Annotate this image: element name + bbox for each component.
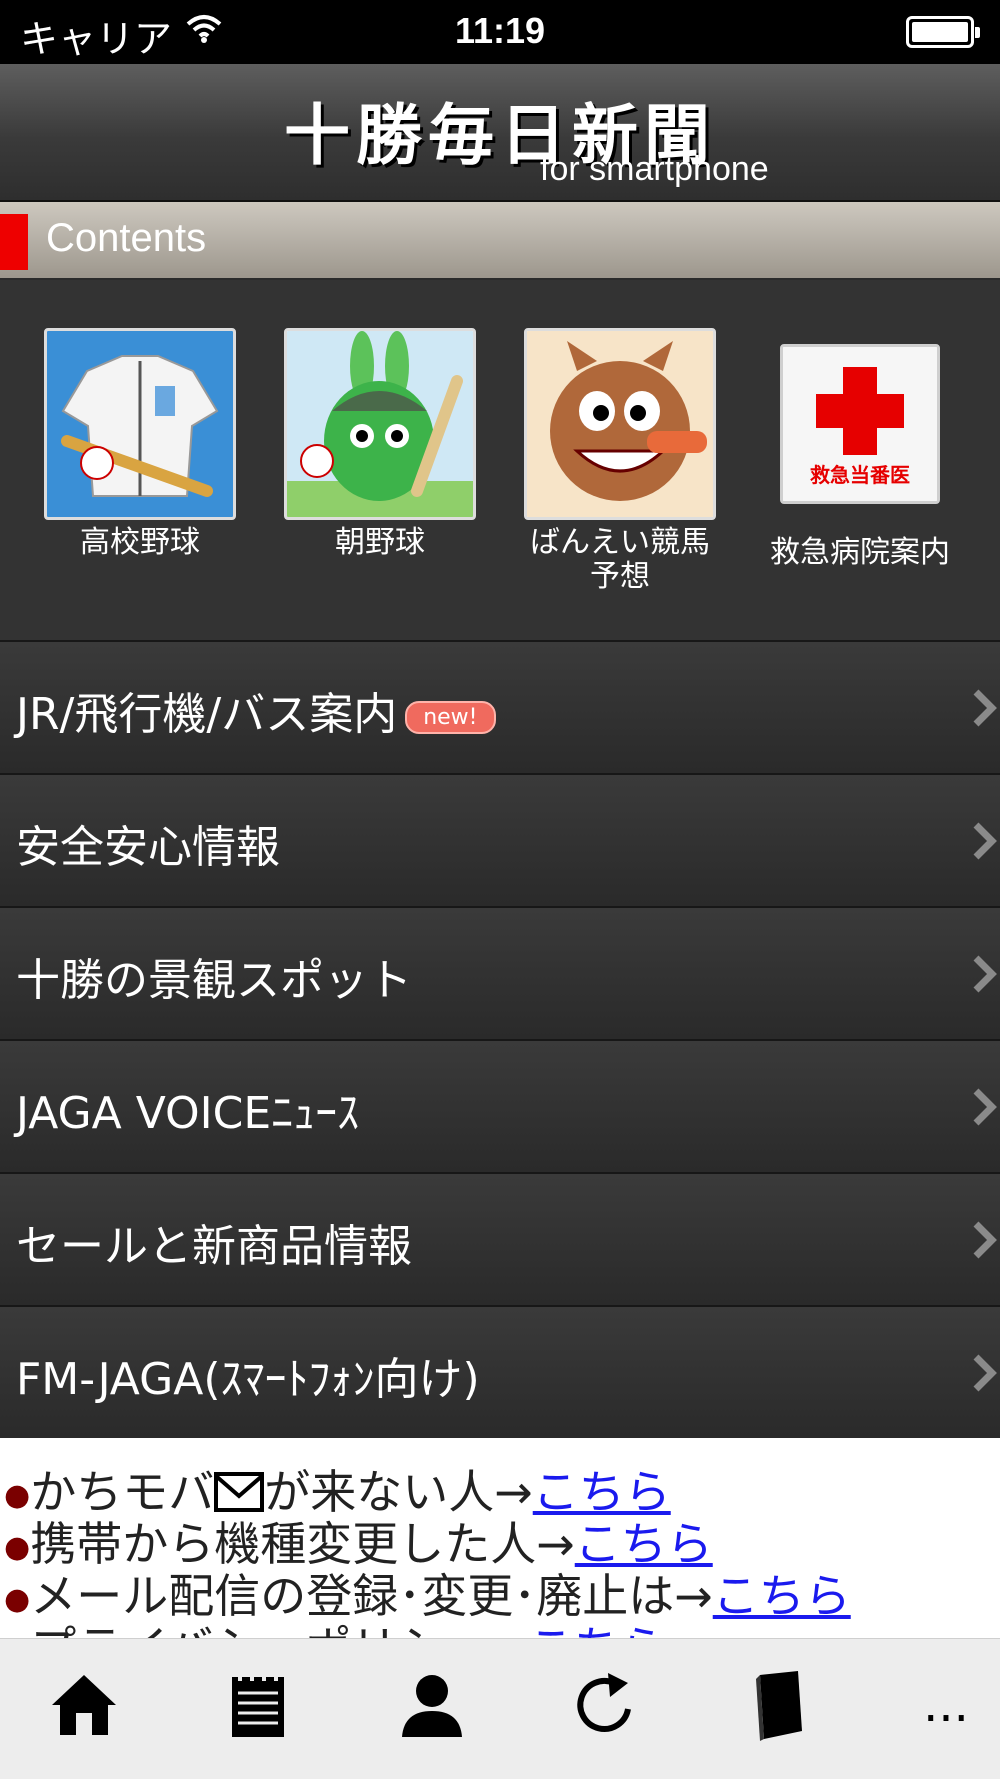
- chevron-right-icon: [973, 822, 997, 860]
- high-school-baseball-icon: [44, 328, 236, 520]
- tile-label: 高校野球: [80, 525, 200, 560]
- chevron-right-icon: [973, 689, 997, 727]
- menu-item-label: 十勝の景観スポット: [16, 955, 412, 1006]
- account-button[interactable]: [392, 1665, 472, 1745]
- menu-item-label: セールと新商品情報: [16, 1221, 412, 1272]
- chevron-right-icon: [973, 1221, 997, 1259]
- book-icon: [756, 1671, 802, 1741]
- notice-area: ●かちモバ が来ない人→こちら ●携帯から機種変更した人→こちら ●メール配信の登…: [0, 1438, 1000, 1638]
- home-icon: [52, 1675, 116, 1735]
- menu-item-label: JAGA VOICEﾆｭｰｽ: [16, 1088, 360, 1139]
- chevron-right-icon: [973, 955, 997, 993]
- new-badge: new!: [405, 700, 496, 734]
- emergency-icon-text: 救急当番医: [810, 463, 910, 487]
- section-header: Contents: [0, 202, 1000, 278]
- morning-baseball-icon: [284, 328, 476, 520]
- tile-morning-baseball[interactable]: 朝野球: [282, 328, 478, 560]
- bottom-toolbar: ...: [0, 1638, 1000, 1779]
- status-bar: キャリア 11:19: [0, 0, 1000, 64]
- notes-button[interactable]: [218, 1665, 298, 1745]
- section-title: Contents: [46, 216, 207, 260]
- notice-item: ●プライバシーポリシー→こちら: [4, 1612, 666, 1638]
- mail-icon: [214, 1472, 265, 1512]
- menu-list: JR/飛行機/バス案内 new! 安全安心情報 十勝の景観スポット JAGA VO…: [0, 640, 1000, 1438]
- tile-label-line2: 予想: [590, 559, 650, 594]
- tile-high-school-baseball[interactable]: 高校野球: [42, 328, 238, 560]
- menu-item-jaga-voice[interactable]: JAGA VOICEﾆｭｰｽ: [0, 1039, 1000, 1172]
- status-time: 11:19: [454, 10, 546, 51]
- menu-item-transport[interactable]: JR/飛行機/バス案内 new!: [0, 640, 1000, 773]
- battery-icon: [906, 16, 980, 48]
- tile-label-line1: ばんえい競馬: [530, 525, 710, 560]
- chevron-right-icon: [973, 1354, 997, 1392]
- tile-label: 救急病院案内: [770, 535, 950, 570]
- bookmarks-button[interactable]: [740, 1665, 820, 1745]
- refresh-icon: [577, 1673, 631, 1732]
- more-button[interactable]: ...: [906, 1665, 986, 1745]
- chevron-right-icon: [973, 1088, 997, 1126]
- section-marker: [0, 214, 28, 270]
- person-icon: [402, 1675, 462, 1737]
- emergency-hospital-icon: 救急当番医: [780, 344, 940, 504]
- tile-label: ばんえい競馬 予想: [522, 526, 718, 594]
- home-button[interactable]: [44, 1665, 124, 1745]
- tile-label: 朝野球: [335, 525, 425, 560]
- menu-item-scenic-spots[interactable]: 十勝の景観スポット: [0, 906, 1000, 1039]
- logo-subtitle: for smartphone: [540, 150, 769, 188]
- menu-item-sales[interactable]: セールと新商品情報: [0, 1172, 1000, 1305]
- notepad-icon: [232, 1671, 284, 1737]
- notice-link[interactable]: こちら: [713, 1569, 851, 1623]
- menu-item-label: JR/飛行機/バス案内: [16, 689, 398, 740]
- contents-grid: 高校野球 朝野球 ばんえい競馬 予想 救急当番医 救急病院案内: [0, 280, 1000, 640]
- banei-horse-racing-icon: [524, 328, 716, 520]
- menu-item-label: FM-JAGA(ｽﾏｰﾄﾌｫﾝ向け): [16, 1354, 480, 1405]
- app-header: 十勝毎日新聞 for smartphone: [0, 64, 1000, 202]
- menu-item-safety[interactable]: 安全安心情報: [0, 773, 1000, 906]
- menu-item-label: 安全安心情報: [16, 822, 280, 873]
- tile-emergency-hospital[interactable]: 救急当番医 救急病院案内: [762, 328, 958, 570]
- menu-item-fm-jaga[interactable]: FM-JAGA(ｽﾏｰﾄﾌｫﾝ向け): [0, 1305, 1000, 1438]
- tile-banei-horse-racing[interactable]: ばんえい競馬 予想: [522, 328, 718, 594]
- notice-text: プライバシーポリシー→: [30, 1621, 528, 1638]
- refresh-button[interactable]: [566, 1665, 646, 1745]
- notice-link[interactable]: こちら: [528, 1621, 666, 1638]
- newspaper-logo[interactable]: 十勝毎日新聞: [0, 82, 1000, 178]
